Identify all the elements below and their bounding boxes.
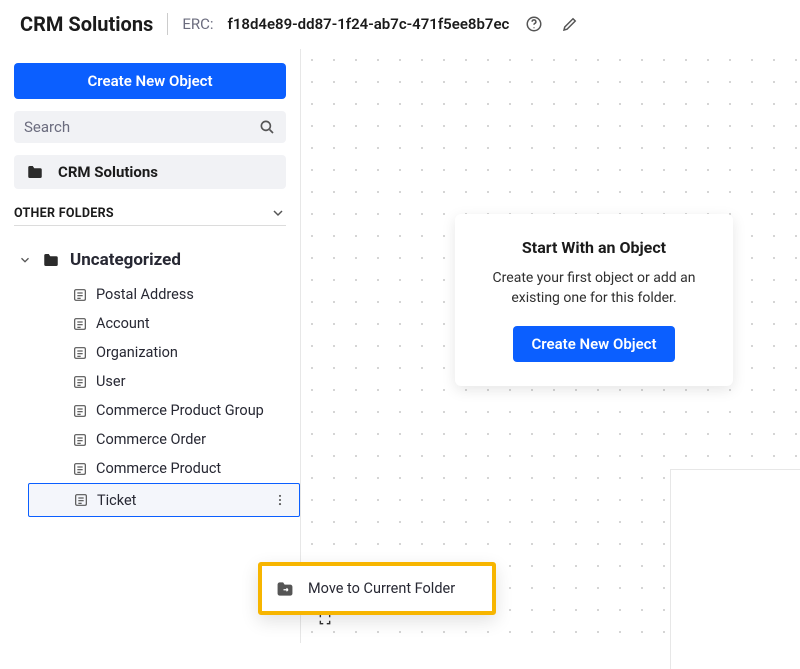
tree-item[interactable]: Ticket bbox=[28, 483, 300, 517]
context-menu[interactable]: Move to Current Folder bbox=[258, 562, 496, 615]
help-icon[interactable] bbox=[523, 13, 545, 35]
tree-folder-uncategorized[interactable]: Uncategorized bbox=[14, 244, 286, 276]
divider bbox=[167, 13, 168, 35]
folder-icon bbox=[26, 164, 44, 180]
chevron-down-icon bbox=[270, 205, 286, 221]
context-menu-item-label: Move to Current Folder bbox=[308, 580, 455, 597]
chevron-down-icon bbox=[18, 253, 32, 267]
object-icon bbox=[72, 287, 88, 303]
create-object-button[interactable]: Create New Object bbox=[14, 63, 286, 99]
search-field[interactable] bbox=[14, 111, 286, 143]
folder-tree: Uncategorized Postal Address Account Organ… bbox=[14, 244, 286, 517]
current-folder-name: CRM Solutions bbox=[58, 163, 158, 181]
tree-item-label: Ticket bbox=[97, 492, 136, 509]
edit-icon[interactable] bbox=[559, 13, 581, 35]
other-folders-header[interactable]: OTHER FOLDERS bbox=[14, 201, 286, 226]
folder-icon bbox=[42, 252, 60, 268]
tree-item-label: Commerce Order bbox=[96, 431, 206, 448]
tree-item[interactable]: Commerce Product bbox=[70, 454, 300, 483]
erc-label: ERC: bbox=[182, 15, 213, 33]
tree-folder-label: Uncategorized bbox=[70, 250, 181, 270]
search-icon bbox=[258, 118, 276, 136]
workspace: Create New Object CRM Solutions OTHER FO… bbox=[0, 49, 800, 643]
app-title: CRM Solutions bbox=[20, 12, 153, 36]
object-icon bbox=[72, 374, 88, 390]
object-icon bbox=[72, 461, 88, 477]
tree-item-label: Commerce Product Group bbox=[96, 402, 264, 419]
right-panel-placeholder bbox=[670, 469, 800, 669]
current-folder-pill[interactable]: CRM Solutions bbox=[14, 155, 286, 189]
tree-item-label: User bbox=[96, 373, 126, 390]
start-card: Start With an Object Create your first o… bbox=[455, 214, 733, 386]
object-icon bbox=[72, 345, 88, 361]
object-icon bbox=[72, 432, 88, 448]
start-card-body: Create your first object or add an exist… bbox=[477, 269, 711, 308]
object-icon bbox=[72, 316, 88, 332]
tree-item[interactable]: Postal Address bbox=[70, 280, 300, 309]
tree-item-label: Postal Address bbox=[96, 286, 194, 303]
sidebar: Create New Object CRM Solutions OTHER FO… bbox=[0, 49, 300, 643]
tree-item-label: Account bbox=[96, 315, 150, 332]
start-card-create-button[interactable]: Create New Object bbox=[513, 326, 674, 362]
erc-value: f18d4e89-dd87-1f24-ab7c-471f5ee8b7ec bbox=[227, 15, 509, 33]
start-card-title: Start With an Object bbox=[477, 238, 711, 257]
tree-item[interactable]: Organization bbox=[70, 338, 300, 367]
object-icon bbox=[73, 492, 89, 508]
tree-items: Postal Address Account Organization User Com… bbox=[70, 280, 300, 517]
folder-move-icon bbox=[276, 581, 294, 597]
tree-item[interactable]: Commerce Product Group bbox=[70, 396, 300, 425]
object-icon bbox=[72, 403, 88, 419]
tree-item[interactable]: Commerce Order bbox=[70, 425, 300, 454]
tree-item-label: Organization bbox=[96, 344, 178, 361]
other-folders-label: OTHER FOLDERS bbox=[14, 206, 114, 221]
tree-item-label: Commerce Product bbox=[96, 460, 221, 477]
more-actions-icon[interactable] bbox=[271, 490, 289, 510]
canvas[interactable]: Start With an Object Create your first o… bbox=[300, 49, 800, 643]
page-header: CRM Solutions ERC: f18d4e89-dd87-1f24-ab… bbox=[0, 0, 800, 49]
tree-item[interactable]: User bbox=[70, 367, 300, 396]
search-input[interactable] bbox=[24, 118, 258, 136]
tree-item[interactable]: Account bbox=[70, 309, 300, 338]
